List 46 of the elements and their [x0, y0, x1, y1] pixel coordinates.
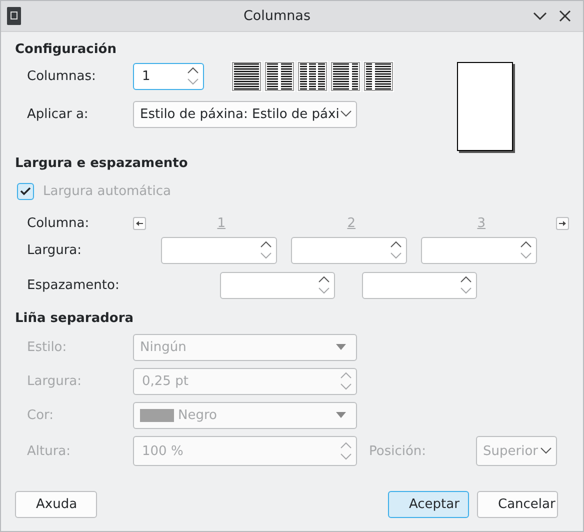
previous-column-button[interactable] — [133, 216, 146, 230]
apply-to-dropdown[interactable]: Estilo de páxina: Estilo de páxi — [133, 100, 357, 128]
column-preset-button[interactable] — [231, 60, 262, 92]
column-preset-button[interactable] — [297, 60, 328, 92]
checkmark-icon — [20, 186, 31, 196]
dialog-button[interactable]: Aceptar — [388, 491, 469, 518]
chevron-down-icon — [340, 110, 352, 118]
column-preset-button[interactable] — [264, 60, 295, 92]
dropdown-arrow-icon — [336, 412, 346, 418]
field-label: Largura: — [26, 242, 83, 258]
window-title: Columnas — [242, 8, 312, 24]
column-number: 3 — [476, 216, 487, 230]
spacing-field[interactable] — [220, 272, 335, 298]
field-label: Posición: — [369, 444, 428, 458]
field-label: Estilo: — [26, 340, 68, 354]
section-heading: Configuración — [15, 42, 118, 59]
arrow-left-icon — [136, 220, 143, 226]
section-heading: Liña separadora — [15, 311, 135, 328]
width-field[interactable] — [421, 236, 537, 264]
field-label: Cor: — [26, 408, 55, 422]
column-number: 2 — [346, 216, 357, 230]
minimize-icon[interactable] — [533, 11, 547, 21]
field-label: Columnas: — [26, 68, 97, 84]
dialog-button[interactable]: Axuda — [15, 491, 97, 518]
columns-field[interactable]: 1 — [133, 62, 204, 90]
chevron-down-icon — [540, 447, 552, 455]
close-icon[interactable] — [559, 10, 571, 22]
field-label: Espazamento: — [26, 278, 120, 292]
color-swatch-icon — [140, 408, 174, 422]
column-preset-button[interactable] — [330, 60, 361, 92]
field-label: Aplicar a: — [26, 106, 90, 122]
arrow-right-icon — [559, 220, 566, 226]
width-field[interactable] — [291, 236, 407, 264]
field-label: Altura: — [26, 444, 72, 458]
dialog-button[interactable]: Cancelar — [477, 491, 558, 518]
section-heading: Largura e espazamento — [15, 156, 189, 173]
spacing-field[interactable] — [362, 272, 477, 298]
width-field[interactable] — [161, 236, 277, 264]
document-icon — [7, 7, 21, 25]
checkbox-label: Largura automática — [42, 184, 172, 198]
field-label: Columna: — [26, 216, 90, 230]
dropdown-arrow-icon — [336, 344, 346, 350]
field-label: Largura: — [26, 374, 83, 388]
column-number: 1 — [216, 216, 227, 230]
column-preset-button[interactable] — [363, 60, 394, 92]
next-column-button[interactable] — [556, 216, 569, 230]
